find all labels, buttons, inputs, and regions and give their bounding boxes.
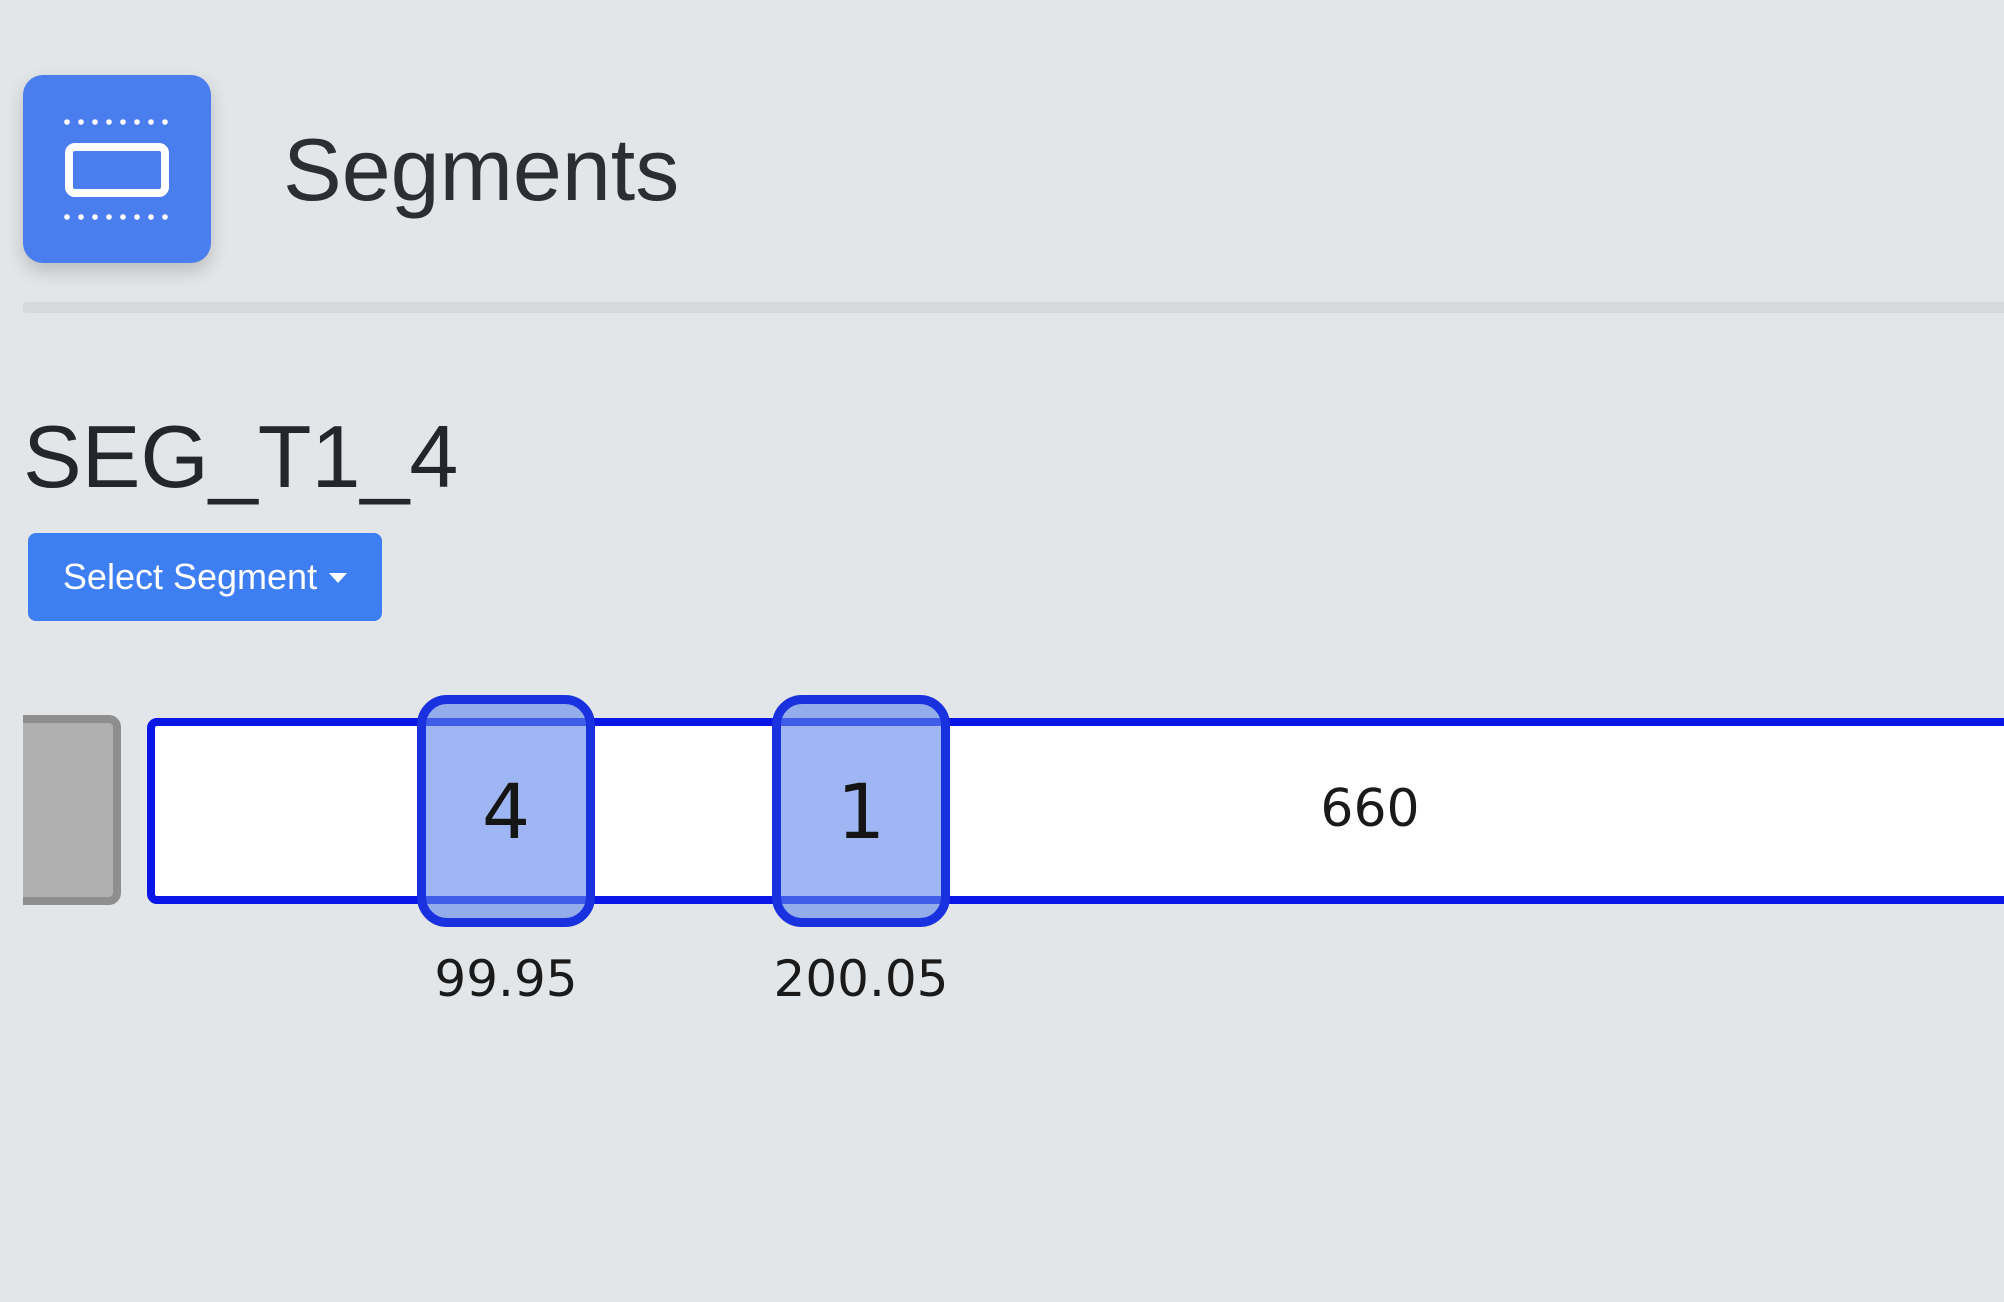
header-divider (23, 302, 2004, 313)
marker-position-label: 99.95 (434, 950, 578, 1008)
segments-icon (23, 75, 211, 263)
marker-label: 4 (481, 766, 531, 856)
marker-position-label: 200.05 (773, 950, 949, 1008)
previous-segment-block[interactable] (23, 715, 121, 905)
segment-name: SEG_T1_4 (23, 407, 459, 506)
page-title: Segments (283, 120, 680, 219)
marker-4[interactable]: 4 (417, 695, 595, 927)
marker-1[interactable]: 1 (772, 695, 950, 927)
segments-page: Segments SEG_T1_4 Select Segment 660 4 1… (0, 0, 2004, 1302)
segment-length-label: 660 (1320, 779, 1420, 839)
marker-label: 1 (836, 766, 886, 856)
select-segment-label: Select Segment (62, 556, 318, 597)
chevron-down-icon (329, 573, 348, 583)
select-segment-button[interactable]: Select Segment (28, 533, 382, 621)
